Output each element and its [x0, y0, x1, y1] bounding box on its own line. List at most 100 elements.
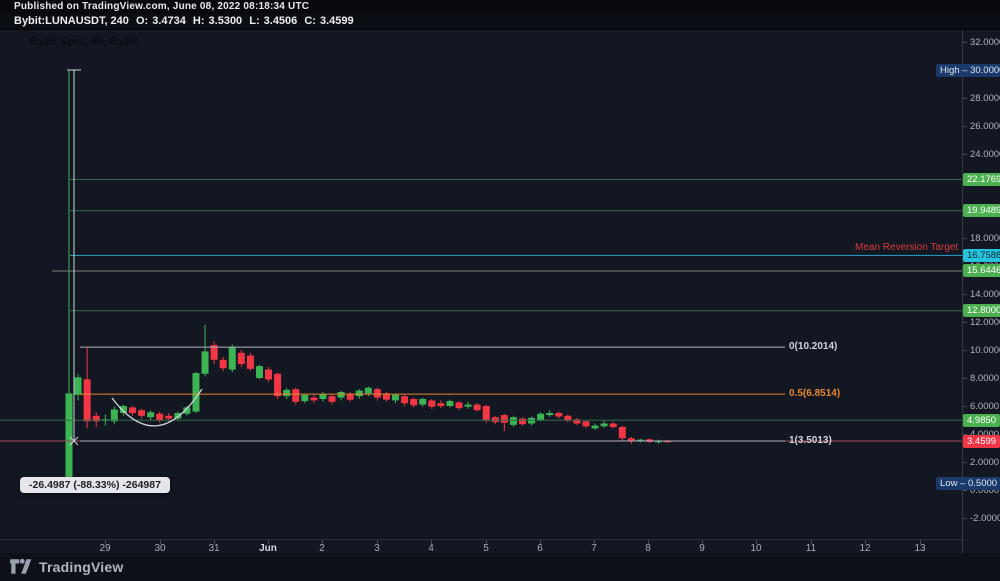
price-tick-label: 24.0000 [970, 149, 1000, 160]
candle-body [265, 370, 272, 380]
price-tick-label: 10.0000 [970, 345, 1000, 356]
candle-body [129, 407, 136, 413]
tradingview-logo-icon [10, 558, 32, 575]
candle-body [619, 427, 626, 438]
candle-body [292, 389, 299, 402]
candle-body [437, 403, 444, 406]
candle-body [301, 395, 308, 401]
candle-body [329, 396, 336, 402]
candle-body [456, 403, 463, 409]
price-tickmark [963, 490, 967, 491]
candle-body [483, 406, 490, 421]
candle-body [147, 412, 154, 417]
price-tick-label: 6.0000 [970, 401, 999, 412]
price-tickmark [963, 378, 967, 379]
time-axis[interactable]: 293031Jun2345678910111213 [0, 539, 962, 554]
tradingview-chart-page: Published on TradingView.com, June 08, 2… [0, 0, 1000, 581]
candle-body [283, 390, 290, 396]
candle-body [192, 373, 199, 412]
candle-body [229, 347, 236, 369]
price-tickmark [963, 154, 967, 155]
chart-area[interactable]: Bybit Spot, 4h, Bybit 32.000028.000026.0… [0, 29, 1000, 553]
tradingview-logo-text: TradingView [39, 559, 123, 575]
candle-body [537, 414, 544, 420]
candle-body [465, 405, 472, 407]
candle-body [474, 405, 481, 411]
high-value: 3.5300 [209, 15, 243, 27]
low-value: 3.4506 [264, 15, 298, 27]
candle-body [256, 366, 263, 378]
published-banner: Published on TradingView.com, June 08, 2… [0, 0, 1000, 14]
price-tick-label: 28.0000 [970, 93, 1000, 104]
price-tick-label: 2.0000 [970, 457, 999, 468]
candle-body [555, 413, 562, 417]
candle-body [247, 356, 254, 369]
footer-bar: TradingView [0, 553, 1000, 581]
open-value: 3.4734 [152, 15, 186, 27]
candle-body [156, 414, 163, 420]
price-tick-label: -2.0000 [970, 513, 1000, 524]
candle-body [601, 424, 608, 427]
candle-body [319, 394, 326, 399]
candle-body [75, 377, 82, 395]
candlestick-canvas[interactable] [0, 30, 962, 539]
candle-body [546, 413, 553, 415]
open-label: O: [136, 15, 148, 27]
low-label: L: [249, 15, 259, 27]
high-label: H: [193, 15, 205, 27]
price-tick-label: 14.0000 [970, 289, 1000, 300]
price-tickmark [963, 266, 967, 267]
price-tickmark [963, 434, 967, 435]
candle-body [610, 424, 617, 428]
symbol-info-bar: Bybit:LUNAUSDT, 240 O: 3.4734 H: 3.5300 L:… [0, 14, 1000, 29]
candle-body [374, 389, 381, 397]
price-tickmark [963, 518, 967, 519]
candle-body [446, 401, 453, 406]
candle-body [138, 410, 145, 416]
candle-body [356, 391, 363, 397]
price-tickmark [963, 126, 967, 127]
candle-body [410, 399, 417, 405]
candle-body [401, 396, 408, 403]
price-tick-label: 26.0000 [970, 121, 1000, 132]
candle-body [592, 426, 599, 429]
price-tick-label: 16.0000 [970, 261, 1000, 272]
price-tick-label: 12.0000 [970, 317, 1000, 328]
price-tickmark [963, 238, 967, 239]
candle-body [202, 351, 209, 373]
candle-body [519, 419, 526, 425]
candle-body [165, 416, 172, 419]
symbol-name[interactable]: Bybit:LUNAUSDT, 240 [14, 15, 129, 27]
candle-body [428, 400, 435, 406]
candle-body [274, 374, 281, 396]
candle-body [310, 398, 317, 401]
price-tickmark [963, 462, 967, 463]
tradingview-logo[interactable]: TradingView [10, 558, 123, 575]
candle-body [392, 395, 399, 401]
candle-body [338, 392, 345, 398]
price-tickmark [963, 322, 967, 323]
price-tick-label: 32.0000 [970, 37, 1000, 48]
price-tick-label: 18.0000 [970, 233, 1000, 244]
published-text: Published on TradingView.com, June 08, 2… [14, 1, 309, 12]
close-value: 3.4599 [320, 15, 354, 27]
candle-body [582, 421, 589, 426]
candle-body [111, 410, 118, 422]
price-tickmark [963, 350, 967, 351]
price-axis[interactable]: 32.0000 28.0000 26.0000 24.0000 18.0000 16.00… [962, 30, 1000, 554]
price-tick-label: 8.0000 [970, 373, 999, 384]
candle-body [347, 394, 354, 400]
candle-body [84, 379, 91, 421]
candle-body [238, 353, 245, 364]
candle-body [419, 399, 426, 405]
price-tick-label: 0.0000 [970, 485, 999, 496]
candle-body [492, 417, 499, 422]
price-tick-label: 4.0000 [970, 429, 999, 440]
candle-body [365, 388, 372, 394]
close-label: C: [304, 15, 316, 27]
candle-body [220, 360, 227, 368]
price-tickmark [963, 42, 967, 43]
candle-body [510, 417, 517, 425]
price-tickmark [963, 294, 967, 295]
candle-body [501, 415, 508, 423]
